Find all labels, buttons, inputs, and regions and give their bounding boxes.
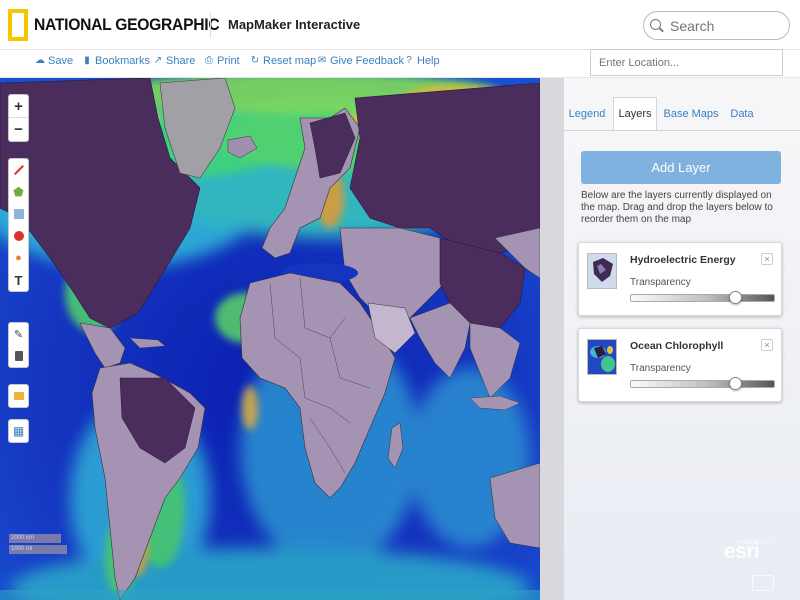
transparency-label: Transparency <box>630 277 691 288</box>
chlorophyll-thumbnail <box>587 339 617 375</box>
national-geographic-logo[interactable]: NATIONAL GEOGRAPHIC <box>8 8 235 42</box>
layer-card-ocean-chlorophyll[interactable]: Ocean Chlorophyll × Transparency <box>578 328 782 402</box>
text-tool-icon[interactable]: T <box>9 269 28 291</box>
help-icon: ? <box>406 55 412 66</box>
app-title: MapMaker Interactive <box>228 17 361 32</box>
bookmark-icon: ▮ <box>84 55 90 66</box>
transparency-slider[interactable] <box>630 377 775 390</box>
app-header: NATIONAL GEOGRAPHIC MapMaker Interactive <box>0 0 800 50</box>
refresh-icon: ↻ <box>250 55 260 66</box>
esri-logo: esri <box>724 540 760 563</box>
circle-icon[interactable] <box>9 225 28 247</box>
pencil-icon[interactable] <box>9 159 28 181</box>
tab-layers[interactable]: Layers <box>613 97 657 131</box>
world-map[interactable]: + − ⬟ ● T ✎ ▦ 2000 km 1000 mi <box>0 78 540 600</box>
cloud-icon: ☁ <box>35 55 45 66</box>
edit-icon[interactable]: ✎ <box>9 323 28 345</box>
grid-tool: ▦ <box>8 419 29 443</box>
remove-layer-button[interactable]: × <box>761 339 773 351</box>
search-icon <box>650 18 664 33</box>
save-button[interactable]: ☁ Save <box>35 55 73 67</box>
help-button[interactable]: ? Help <box>404 55 439 67</box>
give-feedback-button[interactable]: ✉ Give Feedback <box>317 55 404 67</box>
layers-description: Below are the layers currently displayed… <box>581 190 773 225</box>
hydroelectric-thumbnail <box>587 253 617 289</box>
scale-mi: 1000 mi <box>9 545 67 554</box>
transparency-slider[interactable] <box>630 291 775 304</box>
drawing-tools: ⬟ ● T <box>8 158 29 292</box>
feedback-icon: ✉ <box>317 55 327 66</box>
layer-card-hydroelectric[interactable]: Hydroelectric Energy × Transparency <box>578 242 782 316</box>
grid-icon[interactable]: ▦ <box>9 420 28 442</box>
tab-data[interactable]: Data <box>724 97 760 131</box>
layer-name: Hydroelectric Energy <box>630 254 736 266</box>
layer-name: Ocean Chlorophyll <box>630 340 724 352</box>
location-input[interactable] <box>590 49 783 76</box>
print-button[interactable]: ⎙ Print <box>204 55 240 67</box>
header-divider <box>210 12 211 38</box>
share-icon: ↗ <box>153 55 163 66</box>
scale-bar: 2000 km 1000 mi <box>9 534 67 556</box>
yellow-border-icon <box>8 9 28 41</box>
zoom-in-button[interactable]: + <box>9 95 28 118</box>
rectangle-icon[interactable] <box>9 203 28 225</box>
print-icon: ⎙ <box>205 55 213 66</box>
brand-name: NATIONAL GEOGRAPHIC <box>34 15 220 34</box>
zoom-out-button[interactable]: − <box>9 118 28 141</box>
add-layer-button[interactable]: Add Layer <box>581 151 781 184</box>
flag-tool <box>8 384 29 408</box>
scale-km: 2000 km <box>9 534 61 543</box>
bookmarks-button[interactable]: ▮ Bookmarks <box>82 55 150 67</box>
remove-layer-button[interactable]: × <box>761 253 773 265</box>
search-box[interactable] <box>643 11 790 40</box>
southern-ocean-edge <box>0 590 540 600</box>
transparency-label: Transparency <box>630 363 691 374</box>
esri-badge <box>752 575 774 591</box>
tabs-divider <box>564 130 800 131</box>
panel-scrollbar[interactable] <box>540 78 564 600</box>
share-button[interactable]: ↗ Share <box>153 55 196 67</box>
slider-knob[interactable] <box>729 377 743 390</box>
trash-icon[interactable] <box>9 345 28 367</box>
tab-legend[interactable]: Legend <box>565 97 609 131</box>
tab-base-maps[interactable]: Base Maps <box>661 97 721 131</box>
zoom-controls: + − <box>8 94 29 142</box>
slider-knob[interactable] <box>729 291 743 304</box>
search-input[interactable] <box>670 17 780 34</box>
map-canvas[interactable] <box>0 78 540 600</box>
polygon-icon[interactable]: ⬟ <box>9 181 28 203</box>
reset-map-button[interactable]: ↻ Reset map <box>250 55 316 67</box>
flag-icon[interactable] <box>9 385 28 407</box>
edit-tools: ✎ <box>8 322 29 368</box>
marker-icon[interactable]: ● <box>9 247 28 269</box>
